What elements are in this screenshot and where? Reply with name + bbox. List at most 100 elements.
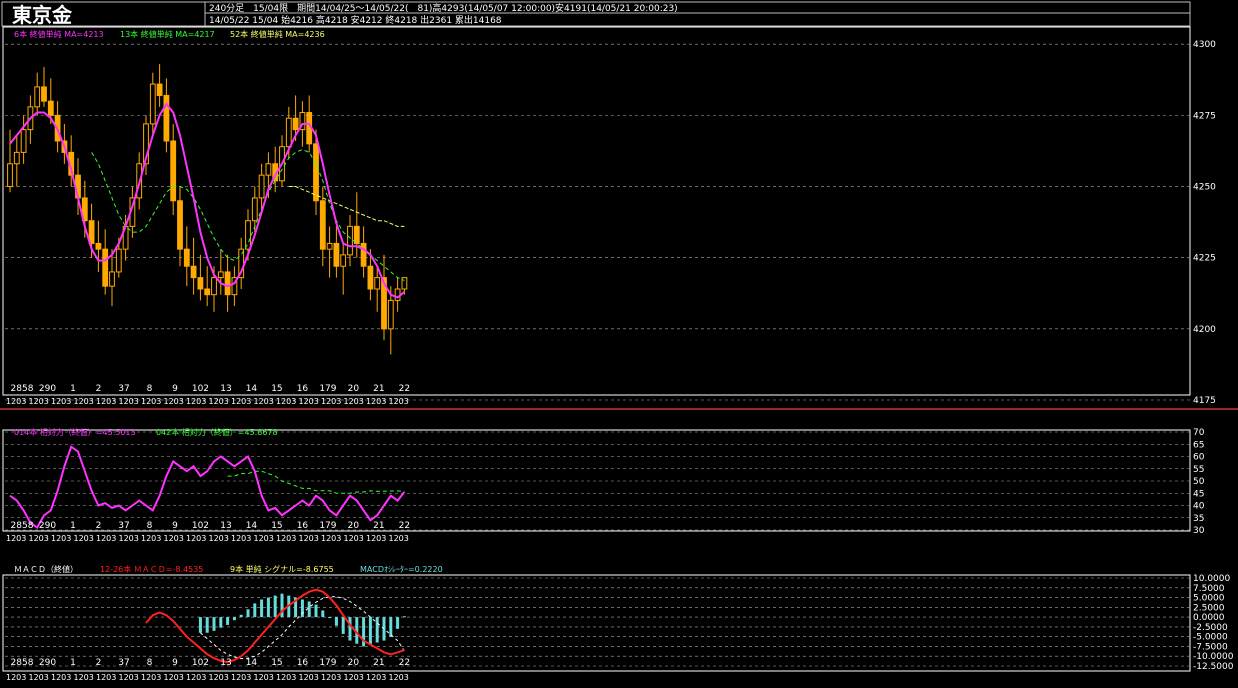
- macd-histogram-bar: [226, 617, 230, 625]
- candle-body: [109, 271, 115, 287]
- x-day-label: 290: [39, 658, 56, 668]
- x-year-label: 1203: [344, 673, 364, 682]
- legend-macd: 12-26本 ＭＡＣＤ=-8.4535: [100, 564, 203, 574]
- x-day-label: 14: [246, 521, 258, 531]
- legend-oscillator: MACDｵｼﾚｰﾀｰ=0.2220: [360, 565, 443, 574]
- macd-histogram-bar: [239, 614, 243, 618]
- x-day-label: 290: [39, 384, 56, 394]
- x-year-label: 1203: [321, 534, 341, 543]
- x-day-label: 8: [147, 384, 153, 394]
- x-day-label: 16: [297, 384, 309, 394]
- macd-histogram-bar: [273, 595, 277, 618]
- x-day-label: 20: [348, 658, 360, 668]
- macd-y-tick: -7.5000: [1193, 642, 1228, 652]
- legend-ma13: 13本 終値単純 MA=4217: [120, 29, 215, 39]
- x-day-label: 22: [399, 658, 410, 668]
- header-line1: 240分足 15/04限 期間14/04/25～14/05/22( 81)高42…: [209, 2, 678, 14]
- x-year-label: 1203: [96, 534, 116, 543]
- price-y-tick: 4250: [1193, 183, 1216, 193]
- x-year-label: 1203: [231, 673, 251, 682]
- x-day-label: 13: [220, 658, 231, 668]
- rsi-y-tick: 65: [1193, 440, 1204, 450]
- x-day-label: 14: [246, 384, 258, 394]
- candle-body: [387, 299, 394, 330]
- candle-body: [115, 248, 122, 273]
- candle-body: [7, 163, 13, 188]
- macd-y-tick: -2.5000: [1193, 623, 1228, 633]
- legend-rsi14: 014本 相対力（終値）=45.5013: [14, 427, 136, 437]
- x-day-label: 2858: [11, 658, 34, 668]
- rsi-y-tick: 45: [1193, 489, 1204, 499]
- price-y-tick: 4275: [1193, 111, 1216, 121]
- x-day-label: 16: [297, 658, 309, 668]
- macd-histogram-bar: [253, 603, 257, 618]
- background: [0, 0, 1238, 684]
- x-year-label: 1203: [321, 397, 341, 406]
- x-year-label: 1203: [74, 397, 94, 406]
- x-year-label: 1203: [389, 673, 409, 682]
- legend-ma6: 6本 終値単純 MA=4213: [14, 29, 104, 39]
- x-year-label: 1203: [6, 673, 26, 682]
- x-day-label: 14: [246, 658, 258, 668]
- x-day-label: 20: [348, 521, 360, 531]
- candle-body: [41, 86, 47, 102]
- macd-y-tick: -12.5000: [1193, 662, 1234, 672]
- rsi-y-tick: 55: [1193, 465, 1204, 475]
- macd-y-tick: 2.5000: [1193, 603, 1225, 613]
- x-day-label: 13: [220, 384, 231, 394]
- x-year-label: 1203: [299, 534, 319, 543]
- x-year-label: 1203: [321, 673, 341, 682]
- candle-body: [47, 100, 54, 116]
- rsi-y-tick: 35: [1193, 514, 1204, 524]
- price-y-tick: 4300: [1193, 40, 1216, 50]
- x-day-label: 37: [118, 521, 129, 531]
- legend-ma52: 52本 終値単純 MA=4236: [230, 29, 325, 39]
- x-year-label: 1203: [141, 534, 161, 543]
- x-day-label: 13: [220, 521, 231, 531]
- x-year-label: 1203: [366, 673, 386, 682]
- x-year-label: 1203: [96, 673, 116, 682]
- x-day-label: 290: [39, 521, 56, 531]
- x-day-label: 179: [319, 658, 336, 668]
- candle-body: [374, 277, 381, 290]
- x-year-label: 1203: [276, 534, 296, 543]
- macd-histogram-bar: [307, 601, 311, 618]
- candle-body: [13, 151, 20, 165]
- macd-y-tick: 0.0000: [1193, 613, 1225, 623]
- x-day-label: 21: [373, 521, 384, 531]
- candle-body: [326, 242, 333, 250]
- x-day-label: 2858: [11, 521, 34, 531]
- candle-body: [394, 288, 401, 301]
- x-day-label: 102: [192, 658, 209, 668]
- x-day-label: 9: [172, 521, 178, 531]
- macd-histogram-bar: [219, 617, 223, 628]
- x-day-label: 15: [271, 521, 282, 531]
- x-year-label: 1203: [119, 673, 139, 682]
- x-year-label: 1203: [6, 534, 26, 543]
- candle-body: [347, 225, 353, 256]
- x-day-label: 16: [297, 521, 309, 531]
- x-year-label: 1203: [186, 673, 206, 682]
- chart-root: 東京金 240分足 15/04限 期間14/04/25～14/05/22( 81…: [0, 0, 1238, 684]
- macd-y-tick: -5.0000: [1193, 633, 1228, 643]
- x-year-label: 1203: [186, 534, 206, 543]
- candle-body: [292, 117, 299, 131]
- candle-body: [258, 174, 265, 199]
- price-y-tick: 4175: [1193, 396, 1216, 406]
- rsi-y-tick: 60: [1193, 453, 1205, 463]
- candle-body: [211, 277, 217, 296]
- x-day-label: 2: [96, 384, 102, 394]
- x-year-label: 1203: [209, 534, 229, 543]
- rsi-y-tick: 70: [1193, 428, 1205, 438]
- x-year-label: 1203: [164, 397, 184, 406]
- macd-histogram-bar: [205, 617, 209, 633]
- x-year-label: 1203: [209, 397, 229, 406]
- candle-body: [265, 163, 272, 176]
- rsi-y-tick: 50: [1193, 477, 1205, 487]
- candle-body: [156, 83, 163, 96]
- x-year-label: 1203: [164, 534, 184, 543]
- x-day-label: 102: [192, 521, 209, 531]
- x-day-label: 2858: [11, 384, 34, 394]
- legend-signal: 9本 単純 シグナル=-8.6755: [230, 564, 334, 574]
- x-day-label: 8: [147, 521, 153, 531]
